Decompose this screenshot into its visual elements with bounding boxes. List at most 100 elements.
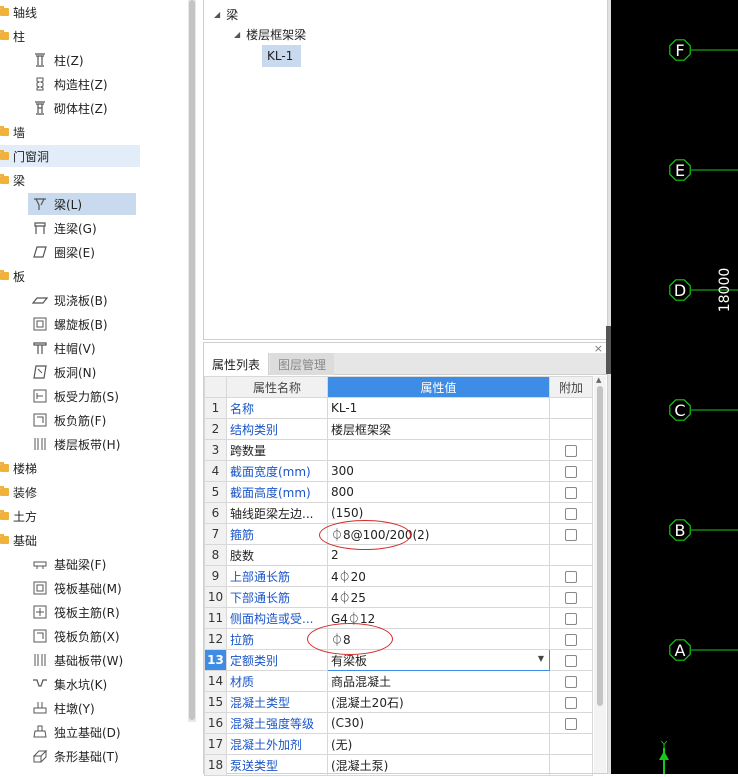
chevron-down-icon[interactable]: ▼: [538, 654, 544, 663]
property-row[interactable]: 15 混凝土类型 (混凝土20石): [204, 691, 593, 713]
extra-checkbox[interactable]: [565, 696, 577, 709]
nav-item-slab-negative-rebar[interactable]: 板负筋(F): [28, 409, 136, 431]
extra-checkbox[interactable]: [565, 486, 577, 499]
extra-checkbox[interactable]: [565, 633, 577, 646]
extra-checkbox[interactable]: [565, 507, 577, 520]
nav-scrollbar-thumb[interactable]: [189, 0, 195, 720]
nav-cat-axis[interactable]: 轴线: [0, 1, 140, 23]
nav-item-raft-negative-rebar[interactable]: 筏板负筋(X): [28, 625, 136, 647]
extra-checkbox[interactable]: [565, 654, 577, 667]
nav-item-slab-main-rebar[interactable]: 板受力筋(S): [28, 385, 136, 407]
property-value[interactable]: (混凝土泵): [327, 754, 550, 776]
nav-item-column-cap[interactable]: 柱帽(V): [28, 337, 136, 359]
nav-cat-stair[interactable]: 楼梯: [0, 457, 140, 479]
tab-layer-management[interactable]: 图层管理: [270, 353, 335, 375]
property-value[interactable]: ⏀8@100/200(2): [327, 523, 550, 545]
property-row[interactable]: 12 拉筋 ⏀8: [204, 628, 593, 650]
property-value[interactable]: (C30): [327, 712, 550, 734]
extra-checkbox[interactable]: [565, 465, 577, 478]
nav-cat-beam[interactable]: 梁: [0, 169, 140, 191]
property-row[interactable]: 14 材质 商品混凝土: [204, 670, 593, 692]
property-value[interactable]: 4⏀20: [327, 565, 550, 587]
property-tabs: 属性列表 图层管理: [204, 353, 607, 375]
nav-item-spiral-slab[interactable]: 螺旋板(B): [28, 313, 136, 335]
nav-scrollbar[interactable]: [188, 0, 196, 722]
nav-item-slab-hole[interactable]: 板洞(N): [28, 361, 136, 383]
property-scrollbar-thumb[interactable]: [597, 386, 603, 706]
nav-item-cast-slab[interactable]: 现浇板(B): [28, 289, 136, 311]
property-value[interactable]: KL-1: [327, 397, 550, 419]
property-value[interactable]: 4⏀25: [327, 586, 550, 608]
nav-item-isolated-foundation[interactable]: 独立基础(D): [28, 721, 136, 743]
property-value-dropdown[interactable]: 有梁板 ▼: [327, 649, 550, 671]
nav-item-masonry-column[interactable]: 砌体柱(Z): [28, 97, 136, 119]
property-row[interactable]: 3 跨数量: [204, 439, 593, 461]
extra-checkbox[interactable]: [565, 570, 577, 583]
nav-item-sump-pit[interactable]: 集水坑(K): [28, 673, 136, 695]
raft-foundation-icon: [33, 581, 47, 595]
property-value[interactable]: ⏀8: [327, 628, 550, 650]
property-value[interactable]: (无): [327, 733, 550, 755]
drawing-canvas[interactable]: F E D C B A 18000 Y: [611, 0, 738, 774]
property-row[interactable]: 6 轴线距梁左边... (150): [204, 502, 593, 524]
extra-checkbox[interactable]: [565, 612, 577, 625]
property-row[interactable]: 4 截面宽度(mm) 300: [204, 460, 593, 482]
tab-property-list[interactable]: 属性列表: [204, 353, 270, 375]
property-value[interactable]: 2: [327, 544, 550, 566]
nav-item-floor-slab-strip[interactable]: 楼层板带(H): [28, 433, 136, 455]
property-value[interactable]: (150): [327, 502, 550, 524]
property-value[interactable]: G4⏀12: [327, 607, 550, 629]
nav-item-foundation-strip[interactable]: 基础板带(W): [28, 649, 136, 671]
nav-item-ring-beam[interactable]: 圈梁(E): [28, 241, 136, 263]
property-row[interactable]: 18 泵送类型 (混凝土泵): [204, 754, 593, 776]
property-row[interactable]: 10 下部通长筋 4⏀25: [204, 586, 593, 608]
extra-checkbox[interactable]: [565, 528, 577, 541]
nav-item-link-beam[interactable]: 连梁(G): [28, 217, 136, 239]
nav-item-raft-foundation[interactable]: 筏板基础(M): [28, 577, 136, 599]
nav-cat-earthwork[interactable]: 土方: [0, 505, 140, 527]
nav-item-strip-foundation[interactable]: 条形基础(T): [28, 745, 136, 767]
property-row[interactable]: 17 混凝土外加剂 (无): [204, 733, 593, 755]
property-row[interactable]: 13 定额类别 有梁板 ▼: [204, 649, 593, 671]
nav-cat-opening[interactable]: 门窗洞: [0, 145, 140, 167]
nav-item-construct-column[interactable]: 构造柱(Z): [28, 73, 136, 95]
tree-node-kl-1[interactable]: KL-1: [262, 45, 302, 67]
nav-item-column[interactable]: 柱(Z): [28, 49, 136, 71]
nav-cat-wall[interactable]: 墙: [0, 121, 140, 143]
expand-triangle-icon[interactable]: ◢: [234, 30, 240, 39]
property-row[interactable]: 9 上部通长筋 4⏀20: [204, 565, 593, 587]
property-name: 截面宽度(mm): [226, 460, 328, 482]
property-row[interactable]: 1 名称 KL-1: [204, 397, 593, 419]
extra-checkbox[interactable]: [565, 444, 577, 457]
property-name: 下部通长筋: [226, 586, 328, 608]
nav-cat-column[interactable]: 柱: [0, 25, 140, 47]
property-scrollbar[interactable]: ▲: [594, 376, 606, 773]
property-value[interactable]: (混凝土20石): [327, 691, 550, 713]
expand-triangle-icon[interactable]: ◢: [214, 10, 220, 19]
property-row[interactable]: 11 侧面构造或受... G4⏀12: [204, 607, 593, 629]
property-row[interactable]: 5 截面高度(mm) 800: [204, 481, 593, 503]
scroll-up-icon[interactable]: ▲: [596, 376, 601, 384]
extra-checkbox[interactable]: [565, 591, 577, 604]
property-value[interactable]: 800: [327, 481, 550, 503]
property-value[interactable]: 楼层框架梁: [327, 418, 550, 440]
tree-node-frame-beam[interactable]: ◢ 楼层框架梁: [234, 24, 306, 44]
property-row[interactable]: 8 肢数 2: [204, 544, 593, 566]
property-row[interactable]: 2 结构类别 楼层框架梁: [204, 418, 593, 440]
property-row[interactable]: 7 箍筋 ⏀8@100/200(2): [204, 523, 593, 545]
ring-beam-icon: [33, 246, 47, 258]
property-value[interactable]: 商品混凝土: [327, 670, 550, 692]
nav-cat-decoration[interactable]: 装修: [0, 481, 140, 503]
nav-item-raft-main-rebar[interactable]: 筏板主筋(R): [28, 601, 136, 623]
extra-checkbox[interactable]: [565, 717, 577, 730]
tree-node-beam[interactable]: ◢ 梁: [214, 4, 238, 24]
nav-cat-slab[interactable]: 板: [0, 265, 140, 287]
nav-item-foundation-beam[interactable]: 基础梁(F): [28, 553, 136, 575]
nav-item-column-pier[interactable]: 柱墩(Y): [28, 697, 136, 719]
nav-item-beam[interactable]: 梁(L): [28, 193, 136, 215]
property-value[interactable]: [327, 439, 550, 461]
extra-checkbox[interactable]: [565, 675, 577, 688]
property-value[interactable]: 300: [327, 460, 550, 482]
nav-cat-foundation[interactable]: 基础: [0, 529, 140, 551]
property-row[interactable]: 16 混凝土强度等级 (C30): [204, 712, 593, 734]
